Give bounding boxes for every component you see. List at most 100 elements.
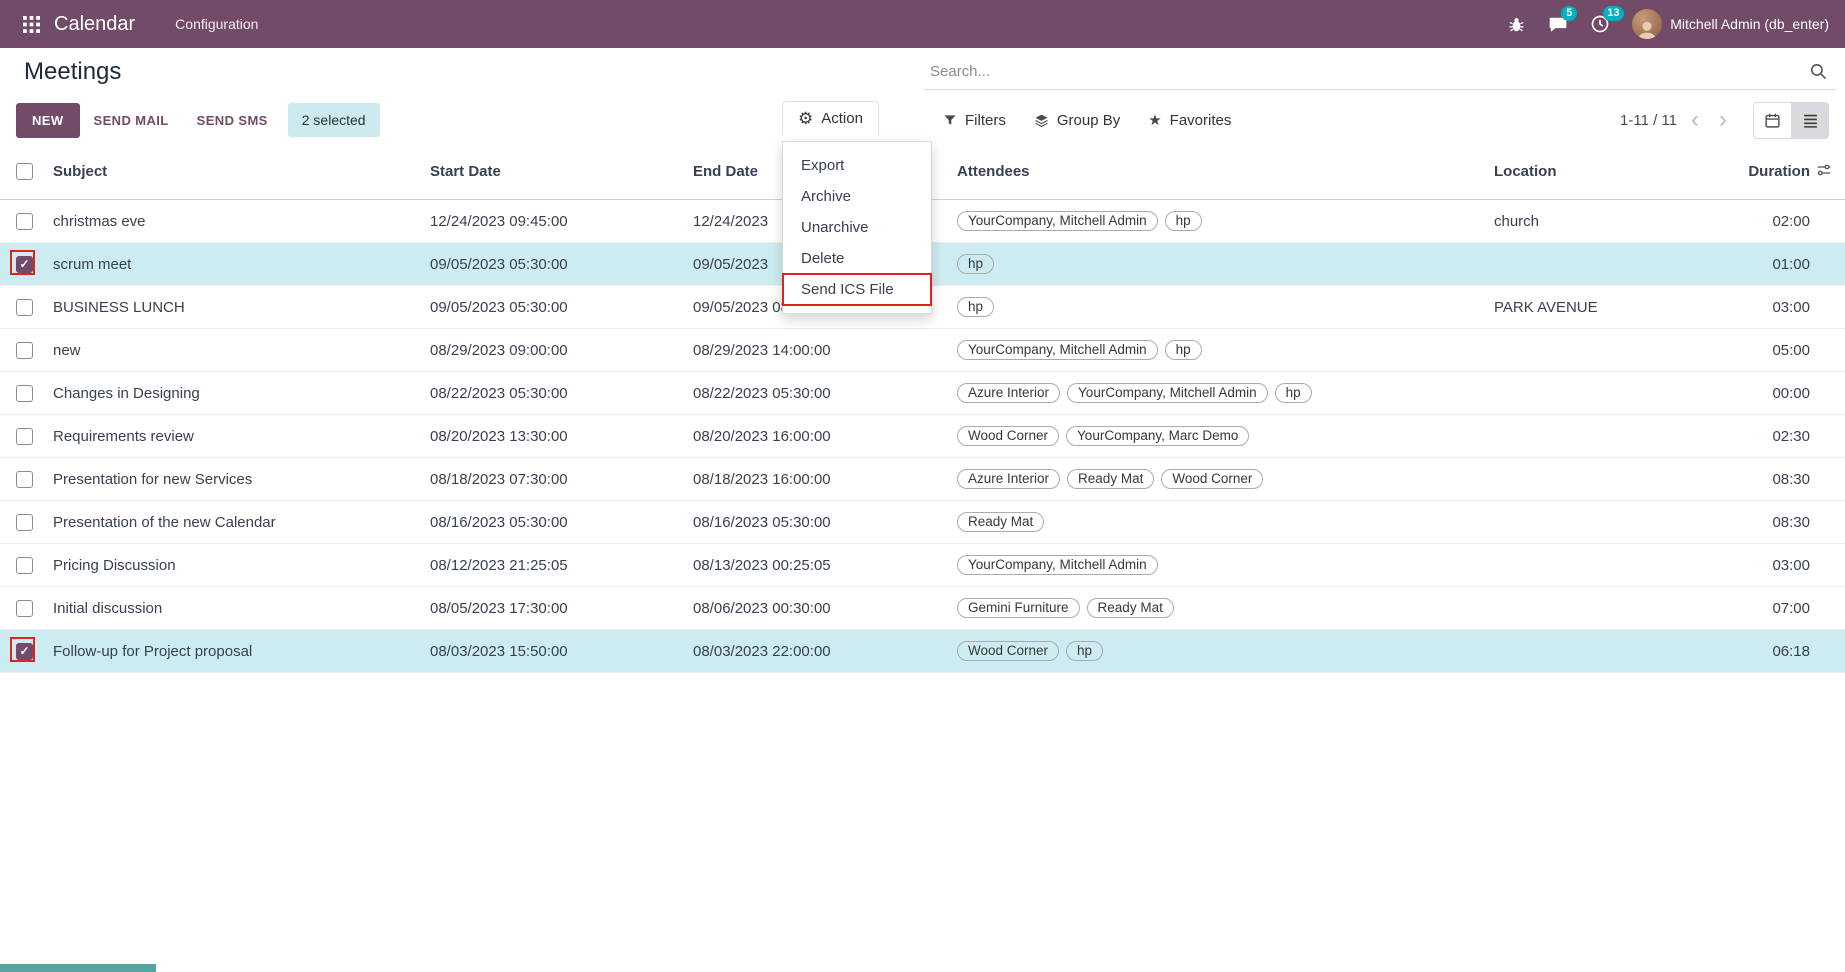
table-row[interactable]: new 08/29/2023 09:00:00 08/29/2023 14:00… bbox=[0, 329, 1845, 372]
search-icon[interactable] bbox=[1809, 62, 1828, 86]
row-checkbox[interactable] bbox=[16, 600, 33, 617]
row-checkbox[interactable] bbox=[16, 385, 33, 402]
end-date-cell: 08/03/2023 22:00:00 bbox=[693, 643, 957, 660]
subject-cell: Initial discussion bbox=[53, 600, 430, 617]
apps-menu-icon[interactable] bbox=[16, 9, 46, 39]
subject-cell: BUSINESS LUNCH bbox=[53, 299, 430, 316]
action-menu-item-unarchive[interactable]: Unarchive bbox=[783, 212, 931, 243]
action-dropdown-menu: ExportArchiveUnarchiveDeleteSend ICS Fil… bbox=[782, 141, 932, 314]
row-checkbox[interactable] bbox=[16, 557, 33, 574]
duration-cell: 06:18 bbox=[1724, 643, 1810, 660]
column-header-duration[interactable]: Duration bbox=[1724, 163, 1810, 180]
app-name[interactable]: Calendar bbox=[54, 13, 135, 36]
attendee-tag: Azure Interior bbox=[957, 383, 1060, 403]
attendees-cell: Ready Mat bbox=[957, 512, 1494, 532]
send-sms-button[interactable]: SEND SMS bbox=[183, 103, 282, 138]
table-row[interactable]: Follow-up for Project proposal 08/03/202… bbox=[0, 630, 1845, 673]
attendee-tag: hp bbox=[1275, 383, 1312, 403]
duration-cell: 08:30 bbox=[1724, 471, 1810, 488]
row-checkbox[interactable] bbox=[16, 256, 33, 273]
messages-icon[interactable]: 5 bbox=[1548, 14, 1568, 34]
table-row[interactable]: Initial discussion 08/05/2023 17:30:00 0… bbox=[0, 587, 1845, 630]
calendar-view-button[interactable] bbox=[1753, 102, 1791, 139]
duration-cell: 03:00 bbox=[1724, 557, 1810, 574]
control-panel-buttons: NEW SEND MAIL SEND SMS 2 selected ⚙ Acti… bbox=[0, 96, 1845, 144]
user-menu[interactable]: Mitchell Admin (db_enter) bbox=[1632, 9, 1829, 39]
table-row[interactable]: Presentation of the new Calendar 08/16/2… bbox=[0, 501, 1845, 544]
start-date-cell: 08/16/2023 05:30:00 bbox=[430, 514, 693, 531]
optional-columns-icon[interactable] bbox=[1816, 162, 1832, 182]
table-row[interactable]: Pricing Discussion 08/12/2023 21:25:05 0… bbox=[0, 544, 1845, 587]
attendees-cell: Azure Interior YourCompany, Mitchell Admi… bbox=[957, 383, 1494, 403]
favorites-star-icon: ★ bbox=[1148, 113, 1161, 128]
column-header-start-date[interactable]: Start Date bbox=[430, 163, 693, 180]
start-date-cell: 08/20/2023 13:30:00 bbox=[430, 428, 693, 445]
table-row[interactable]: Presentation for new Services 08/18/2023… bbox=[0, 458, 1845, 501]
end-date-cell: 08/06/2023 00:30:00 bbox=[693, 600, 957, 617]
list-icon bbox=[1802, 112, 1819, 129]
attendees-cell: hp bbox=[957, 254, 1494, 274]
end-date-cell: 08/13/2023 00:25:05 bbox=[693, 557, 957, 574]
action-menu-item-delete[interactable]: Delete bbox=[783, 243, 931, 274]
column-header-location[interactable]: Location bbox=[1494, 163, 1724, 180]
pager-next-icon[interactable]: › bbox=[1713, 108, 1733, 132]
attendee-tag: hp bbox=[1165, 340, 1202, 360]
start-date-cell: 08/12/2023 21:25:05 bbox=[430, 557, 693, 574]
start-date-cell: 08/18/2023 07:30:00 bbox=[430, 471, 693, 488]
column-header-attendees[interactable]: Attendees bbox=[957, 163, 1494, 180]
duration-cell: 07:00 bbox=[1724, 600, 1810, 617]
select-all-checkbox[interactable] bbox=[16, 163, 33, 180]
duration-cell: 05:00 bbox=[1724, 342, 1810, 359]
duration-cell: 01:00 bbox=[1724, 256, 1810, 273]
row-checkbox[interactable] bbox=[16, 428, 33, 445]
subject-cell: Changes in Designing bbox=[53, 385, 430, 402]
new-button[interactable]: NEW bbox=[16, 103, 80, 138]
row-checkbox[interactable] bbox=[16, 213, 33, 230]
action-menu-item-send-ics-file[interactable]: Send ICS File bbox=[783, 274, 931, 305]
attendee-tag: Azure Interior bbox=[957, 469, 1060, 489]
attendee-tag: YourCompany, Mitchell Admin bbox=[957, 555, 1158, 575]
messages-badge: 5 bbox=[1561, 6, 1577, 21]
duration-cell: 03:00 bbox=[1724, 299, 1810, 316]
attendee-tag: YourCompany, Mitchell Admin bbox=[1067, 383, 1268, 403]
row-checkbox[interactable] bbox=[16, 643, 33, 660]
row-checkbox[interactable] bbox=[16, 342, 33, 359]
action-menu-button[interactable]: ⚙ Action bbox=[782, 101, 879, 136]
attendees-cell: YourCompany, Mitchell Adminhp bbox=[957, 211, 1494, 231]
start-date-cell: 09/05/2023 05:30:00 bbox=[430, 299, 693, 316]
attendee-tag: hp bbox=[1165, 211, 1202, 231]
action-menu-item-archive[interactable]: Archive bbox=[783, 181, 931, 212]
attendees-cell: Azure InteriorReady MatWood Corner bbox=[957, 469, 1494, 489]
activities-clock-icon[interactable]: 13 bbox=[1590, 14, 1610, 34]
view-switcher bbox=[1753, 102, 1829, 139]
column-header-subject[interactable]: Subject bbox=[53, 163, 430, 180]
search-input[interactable] bbox=[924, 54, 1836, 89]
attendees-cell: hp bbox=[957, 297, 1494, 317]
pager-previous-icon[interactable]: ‹ bbox=[1685, 108, 1705, 132]
favorites-button[interactable]: ★ Favorites bbox=[1140, 104, 1239, 137]
debug-bug-icon[interactable] bbox=[1507, 15, 1526, 34]
subject-cell: Presentation for new Services bbox=[53, 471, 430, 488]
attendees-cell: Wood Cornerhp bbox=[957, 641, 1494, 661]
menu-configuration[interactable]: Configuration bbox=[165, 9, 268, 39]
selected-count-badge: 2 selected bbox=[288, 103, 380, 137]
list-view-button[interactable] bbox=[1791, 102, 1829, 139]
row-checkbox[interactable] bbox=[16, 299, 33, 316]
table-row[interactable]: Changes in Designing 08/22/2023 05:30:00… bbox=[0, 372, 1845, 415]
row-checkbox[interactable] bbox=[16, 471, 33, 488]
table-row[interactable]: Requirements review 08/20/2023 13:30:00 … bbox=[0, 415, 1845, 458]
status-strip bbox=[0, 964, 156, 972]
filters-label: Filters bbox=[965, 112, 1006, 129]
pager-text: 1-11 / 11 bbox=[1620, 112, 1677, 129]
end-date-cell: 08/18/2023 16:00:00 bbox=[693, 471, 957, 488]
group-by-button[interactable]: Group By bbox=[1026, 104, 1128, 137]
start-date-cell: 09/05/2023 05:30:00 bbox=[430, 256, 693, 273]
pager: 1-11 / 11 ‹ › bbox=[1620, 108, 1733, 132]
user-avatar bbox=[1632, 9, 1662, 39]
subject-cell: Presentation of the new Calendar bbox=[53, 514, 430, 531]
filters-button[interactable]: Filters bbox=[935, 104, 1014, 137]
action-menu-item-export[interactable]: Export bbox=[783, 150, 931, 181]
attendee-tag: hp bbox=[957, 254, 994, 274]
row-checkbox[interactable] bbox=[16, 514, 33, 531]
send-mail-button[interactable]: SEND MAIL bbox=[80, 103, 183, 138]
